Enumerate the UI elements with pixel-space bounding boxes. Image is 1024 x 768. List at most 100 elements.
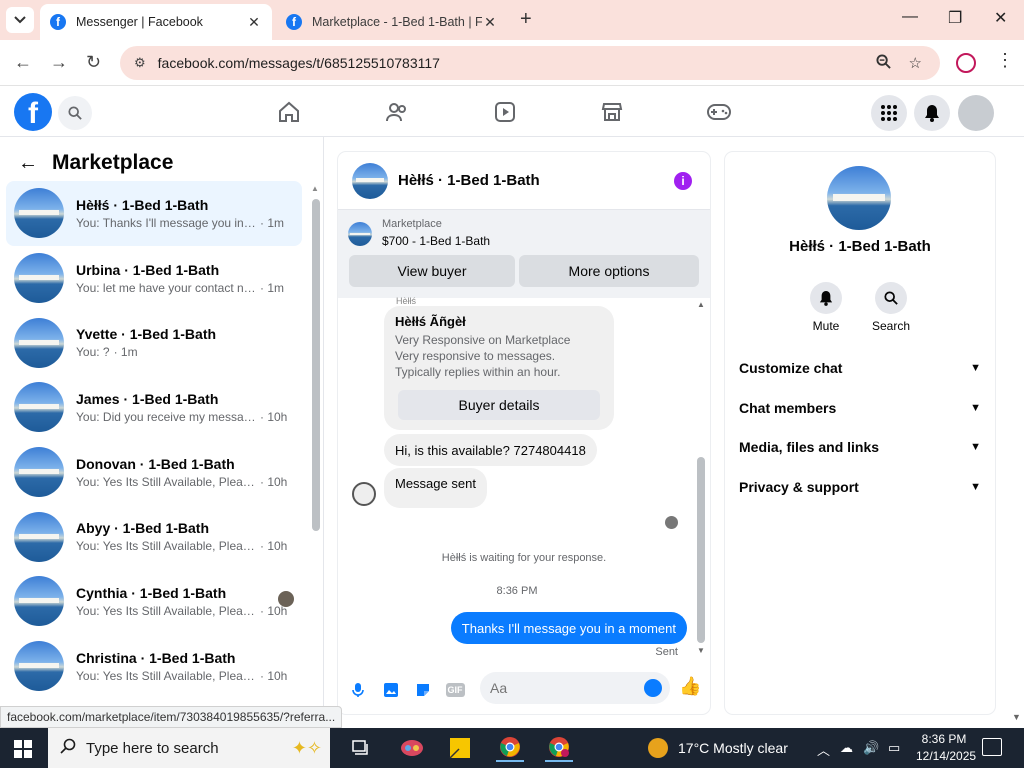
taskbar-clock[interactable]: 8:36 PM 12/14/2025	[916, 731, 976, 765]
scroll-up-arrow[interactable]: ▲	[697, 300, 705, 309]
read-receipt-avatar	[665, 516, 678, 529]
conversation-item[interactable]: Abyy · 1-Bed 1-Bath You: Yes Its Still A…	[6, 504, 302, 569]
tab-search-button[interactable]	[6, 7, 34, 33]
windows-start-icon[interactable]	[14, 740, 32, 758]
game-controller-icon	[707, 104, 731, 120]
profile-icon[interactable]	[956, 53, 976, 73]
sticker-icon[interactable]	[413, 680, 433, 700]
menu-button[interactable]	[871, 95, 907, 131]
chevron-up-icon[interactable]: ︿	[817, 740, 830, 759]
back-button[interactable]: ←	[14, 52, 32, 73]
conversation-snippet: You: Yes Its Still Available, Please S..…	[76, 668, 256, 683]
taskbar-search[interactable]: Type here to search ✦✧	[48, 728, 330, 768]
conversation-item[interactable]: Urbina · 1-Bed 1-Bath You: let me have y…	[6, 246, 302, 311]
view-buyer-button[interactable]: View buyer	[349, 255, 515, 287]
conversation-time: · 1m	[260, 215, 284, 230]
chrome-icon[interactable]	[496, 734, 524, 762]
tab-title: Marketplace - 1-Bed 1-Bath | Fa	[312, 15, 482, 29]
outgoing-message[interactable]: Thanks I'll message you in a moment	[450, 612, 687, 644]
network-icon[interactable]: ☁	[840, 740, 853, 756]
gif-icon[interactable]: GIF	[444, 680, 466, 700]
bookmark-star-icon[interactable]: ☆	[909, 54, 922, 72]
address-bar[interactable]: ⚙ facebook.com/messages/t/68512551078311…	[120, 46, 940, 80]
scroll-down-arrow[interactable]: ▼	[697, 646, 705, 655]
browser-menu-icon[interactable]: ⋮	[996, 50, 1014, 71]
marketplace-store-icon	[601, 103, 623, 121]
weather-widget[interactable]: 17°C Mostly clear	[648, 738, 788, 758]
search-label: Search	[871, 319, 911, 333]
display-icon[interactable]: ▭	[888, 740, 900, 756]
sticky-notes-icon[interactable]	[446, 734, 474, 762]
close-tab-icon[interactable]: ✕	[482, 14, 498, 31]
tab-marketplace[interactable]: f Marketplace - 1-Bed 1-Bath | Fa ✕	[276, 4, 508, 40]
zoom-icon[interactable]	[876, 53, 891, 73]
sender-avatar	[352, 482, 376, 506]
snipping-tool-icon[interactable]	[398, 734, 426, 762]
forward-button[interactable]: →	[50, 52, 68, 73]
listing-avatar	[14, 382, 64, 433]
volume-icon[interactable]: 🔊	[863, 740, 879, 756]
reload-button[interactable]: ↻	[86, 52, 101, 73]
marketplace-nav-button[interactable]	[598, 99, 626, 125]
conversation-snippet: You: let me have your contact nu...	[76, 280, 256, 295]
page-scroll-down-arrow[interactable]: ▼	[1012, 712, 1021, 722]
back-arrow-icon[interactable]: ←	[18, 152, 38, 175]
tab-messenger[interactable]: f Messenger | Facebook ✕	[40, 4, 272, 40]
facebook-search-button[interactable]	[58, 96, 92, 130]
home-nav-button[interactable]	[275, 99, 303, 125]
conversation-item[interactable]: James · 1-Bed 1-Bath You: Did you receiv…	[6, 375, 302, 440]
notification-center-icon[interactable]	[982, 738, 1002, 756]
gaming-nav-button[interactable]	[705, 99, 733, 125]
windows-taskbar: Type here to search ✦✧ 17°C Mostly clear…	[0, 728, 1024, 768]
conversation-item[interactable]: Donovan · 1-Bed 1-Bath You: Yes Its Stil…	[6, 440, 302, 505]
message-input[interactable]	[480, 672, 670, 704]
notifications-button[interactable]	[914, 95, 950, 131]
minimize-button[interactable]: —	[902, 8, 918, 26]
listing-avatar	[14, 188, 64, 239]
listing-title[interactable]: $700 - 1-Bed 1-Bath	[382, 234, 490, 248]
customize-chat-section[interactable]: Customize chat ▼	[739, 350, 981, 386]
chevron-down-icon: ▼	[970, 481, 981, 493]
mute-button[interactable]: Mute	[796, 282, 856, 333]
section-label: Privacy & support	[739, 479, 859, 495]
message-timestamp: 8:36 PM	[496, 585, 538, 597]
section-label: Media, files and links	[739, 439, 880, 455]
listing-avatar	[14, 641, 64, 692]
conversation-item[interactable]: Hèłłś · 1-Bed 1-Bath You: Thanks I'll me…	[6, 181, 302, 246]
account-avatar[interactable]	[958, 95, 994, 131]
buyer-details-button[interactable]: Buyer details	[398, 390, 600, 420]
close-window-button[interactable]: ✕	[994, 8, 1007, 28]
chat-scrollbar[interactable]	[697, 457, 705, 643]
thumbs-up-icon[interactable]: 👍	[679, 676, 701, 697]
conversation-item[interactable]: Christina · 1-Bed 1-Bath You: Yes Its St…	[6, 634, 302, 699]
clock-time: 8:36 PM	[921, 732, 967, 746]
facebook-favicon-icon: f	[50, 14, 66, 30]
microphone-icon[interactable]	[348, 680, 368, 700]
restore-button[interactable]: ❐	[948, 8, 962, 28]
facebook-logo[interactable]: f	[14, 93, 52, 131]
photo-icon[interactable]	[381, 680, 401, 700]
chrome-profile-icon[interactable]	[545, 734, 573, 762]
friends-nav-button[interactable]	[383, 99, 411, 125]
close-tab-icon[interactable]: ✕	[246, 14, 262, 31]
video-nav-button[interactable]	[491, 99, 519, 125]
chat-members-section[interactable]: Chat members ▼	[739, 390, 981, 426]
emoji-icon[interactable]	[644, 679, 662, 697]
scroll-up-arrow[interactable]: ▲	[311, 184, 319, 193]
site-settings-icon[interactable]: ⚙	[134, 55, 146, 71]
media-files-section[interactable]: Media, files and links ▼	[739, 429, 981, 465]
incoming-message[interactable]: Message sent	[384, 468, 487, 508]
privacy-support-section[interactable]: Privacy & support ▼	[739, 469, 981, 505]
search-conversation-button[interactable]: Search	[861, 282, 921, 333]
conversation-item[interactable]: Yvette · 1-Bed 1-Bath You: ? · 1m	[6, 310, 302, 375]
sidebar-scrollbar[interactable]	[312, 199, 320, 531]
chat-header[interactable]: Hèłłś · 1-Bed 1-Bath i	[338, 152, 710, 210]
conversation-item[interactable]: Cynthia · 1-Bed 1-Bath You: Yes Its Stil…	[6, 569, 302, 634]
info-icon[interactable]: i	[674, 172, 692, 190]
incoming-message[interactable]: Hi, is this available? 7274804418	[384, 434, 597, 466]
new-tab-button[interactable]: +	[520, 8, 532, 31]
more-options-button[interactable]: More options	[519, 255, 699, 287]
listing-avatar	[14, 447, 64, 498]
friends-icon	[386, 103, 406, 122]
task-view-icon[interactable]	[347, 734, 375, 762]
